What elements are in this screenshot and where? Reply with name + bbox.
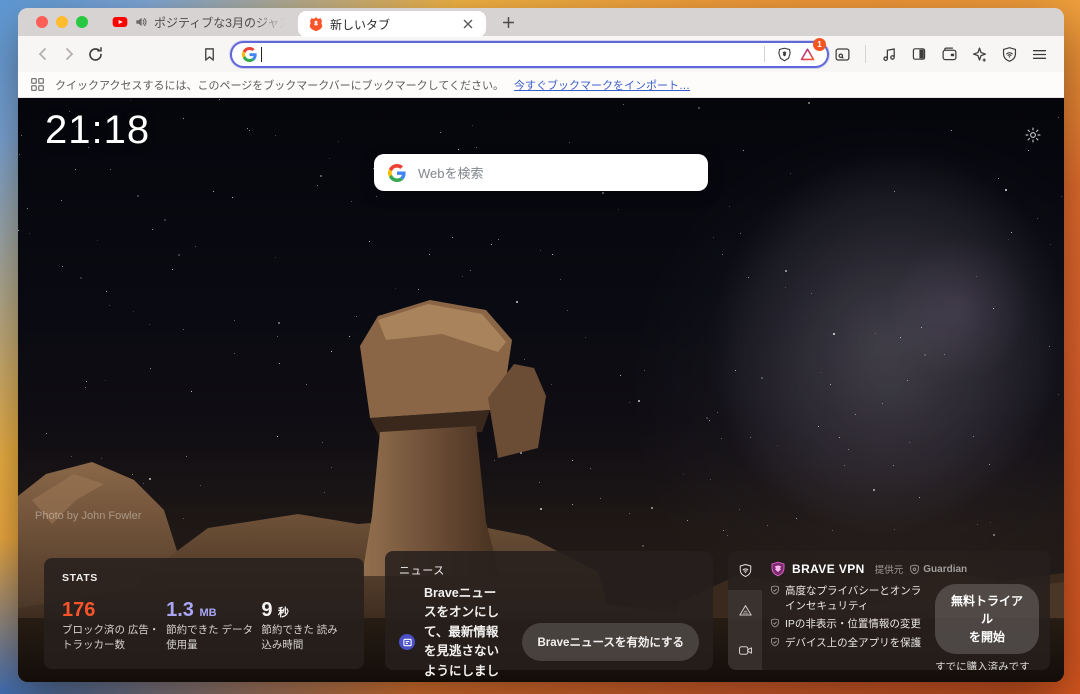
stat-value: 176 bbox=[62, 599, 95, 621]
divider bbox=[865, 45, 866, 63]
forward-button[interactable] bbox=[56, 41, 82, 67]
stat-value: 1.3 bbox=[166, 599, 194, 621]
already-purchased-link[interactable]: すでに購入済みですか？ bbox=[935, 660, 1039, 670]
settings-gear-icon[interactable] bbox=[1024, 126, 1042, 144]
navigation-toolbar: 1 bbox=[18, 36, 1064, 72]
widget-rail bbox=[728, 551, 762, 670]
button-line: 無料トライアル bbox=[951, 594, 1023, 626]
zoom-window-button[interactable] bbox=[76, 16, 88, 28]
playlist-icon[interactable] bbox=[876, 41, 902, 67]
google-icon bbox=[242, 47, 257, 62]
button-line: を開始 bbox=[969, 630, 1005, 644]
brave-vpn-logo bbox=[770, 561, 786, 577]
brave-shields-icon[interactable] bbox=[773, 43, 795, 65]
bookmark-bar: クイックアクセスするには、このページをブックマークバーにブックマークしてください… bbox=[18, 72, 1064, 98]
vpn-feature-list: 高度なプライバシーとオンラインセキュリティ IPの非表示・位置情報の変更 デバイ… bbox=[770, 584, 928, 670]
rewards-badge: 1 bbox=[813, 38, 826, 51]
new-tab-button[interactable] bbox=[496, 10, 520, 34]
audio-playing-icon bbox=[134, 15, 148, 29]
guardian-label: Guardian bbox=[923, 564, 967, 575]
back-button[interactable] bbox=[30, 41, 56, 67]
vpn-provider-label: 提供元 bbox=[875, 562, 904, 576]
guardian-logo: Guardian bbox=[909, 564, 967, 575]
close-window-button[interactable] bbox=[36, 16, 48, 28]
tab-title: ポジティブな3月のジャズ - 甘い bbox=[154, 14, 288, 31]
shield-check-icon bbox=[770, 637, 780, 647]
rail-rewards-tab[interactable] bbox=[728, 590, 762, 630]
reading-mode-icon[interactable] bbox=[906, 41, 932, 67]
menu-icon[interactable] bbox=[1026, 41, 1052, 67]
stats-title: STATS bbox=[62, 572, 346, 584]
tab-strip: ポジティブな3月のジャズ - 甘い 新しいタブ bbox=[18, 8, 1064, 36]
reload-button[interactable] bbox=[82, 41, 108, 67]
rail-vpn-tab[interactable] bbox=[728, 551, 762, 590]
stat-unit: MB bbox=[199, 607, 216, 619]
vpn-feature: IPの非表示・位置情報の変更 bbox=[770, 617, 928, 632]
brave-icon bbox=[308, 16, 324, 32]
vpn-feature: 高度なプライバシーとオンラインセキュリティ bbox=[770, 584, 928, 613]
vpn-feature: デバイス上の全アプリを保護 bbox=[770, 636, 928, 651]
leo-ai-icon[interactable] bbox=[966, 41, 992, 67]
stat-label: ブロック済の 広告・トラッカー数 bbox=[62, 623, 166, 653]
news-message: Braveニュースをオンにして、最新情報を見逃さないようにしましょう bbox=[424, 584, 503, 682]
photo-credit: Photo by John Fowler bbox=[35, 510, 141, 522]
bookmark-button[interactable] bbox=[196, 41, 222, 67]
tab-close-icon[interactable] bbox=[460, 16, 476, 32]
google-icon bbox=[388, 164, 406, 182]
vpn-shield-icon[interactable] bbox=[996, 41, 1022, 67]
wallet-icon[interactable] bbox=[936, 41, 962, 67]
rail-talk-tab[interactable] bbox=[728, 630, 762, 670]
browser-window: ポジティブな3月のジャズ - 甘い 新しいタブ bbox=[18, 8, 1064, 682]
import-bookmarks-link[interactable]: 今すぐブックマークをインポート… bbox=[514, 77, 690, 93]
stat-blocked: 176 ブロック済の 広告・トラッカー数 bbox=[62, 600, 166, 653]
vpn-card: BRAVE VPN 提供元 Guardian 高度なプライバシーとオンラインセキ… bbox=[728, 551, 1050, 670]
brave-rewards-icon[interactable]: 1 bbox=[795, 43, 819, 65]
tab-youtube[interactable]: ポジティブな3月のジャズ - 甘い bbox=[102, 8, 298, 36]
news-card: ニュース Braveニュースをオンにして、最新情報を見逃さないようにしましょう … bbox=[385, 551, 713, 670]
web-search-box[interactable]: Webを検索 bbox=[374, 154, 708, 191]
search-placeholder: Webを検索 bbox=[418, 163, 484, 182]
shield-check-icon bbox=[770, 585, 780, 595]
free-trial-button[interactable]: 無料トライアル を開始 bbox=[935, 584, 1039, 654]
brave-news-icon bbox=[399, 634, 415, 650]
stat-unit: 秒 bbox=[278, 607, 289, 619]
minimize-window-button[interactable] bbox=[56, 16, 68, 28]
vpn-brand: BRAVE VPN bbox=[792, 562, 865, 576]
stat-value: 9 bbox=[261, 599, 272, 621]
url-bar[interactable]: 1 bbox=[230, 41, 829, 68]
shield-check-icon bbox=[770, 618, 780, 628]
window-controls bbox=[18, 16, 102, 28]
toolbar-actions bbox=[829, 41, 1052, 67]
news-title: ニュース bbox=[399, 562, 699, 578]
new-tab-page: 21:18 Webを検索 Photo by John Fowler STATS … bbox=[18, 98, 1064, 682]
stat-time-saved: 9 秒 節約できた 読み込み時間 bbox=[261, 600, 346, 653]
tab-title: 新しいタブ bbox=[330, 16, 454, 33]
stat-label: 節約できた データ使用量 bbox=[166, 623, 261, 653]
stat-data-saved: 1.3 MB 節約できた データ使用量 bbox=[166, 600, 261, 653]
bookmark-hint-text: クイックアクセスするには、このページをブックマークバーにブックマークしてください… bbox=[55, 77, 504, 93]
tab-new-tab[interactable]: 新しいタブ bbox=[298, 11, 486, 37]
apps-grid-icon bbox=[30, 77, 45, 92]
divider bbox=[764, 46, 765, 62]
clock: 21:18 bbox=[45, 108, 150, 153]
enable-news-button[interactable]: Braveニュースを有効にする bbox=[522, 623, 699, 661]
stat-label: 節約できた 読み込み時間 bbox=[261, 623, 346, 653]
youtube-icon bbox=[112, 14, 128, 30]
url-input[interactable] bbox=[262, 47, 756, 62]
stats-card: STATS 176 ブロック済の 広告・トラッカー数 1.3 MB 節約できた … bbox=[44, 558, 364, 669]
sidebar-search-icon[interactable] bbox=[829, 41, 855, 67]
